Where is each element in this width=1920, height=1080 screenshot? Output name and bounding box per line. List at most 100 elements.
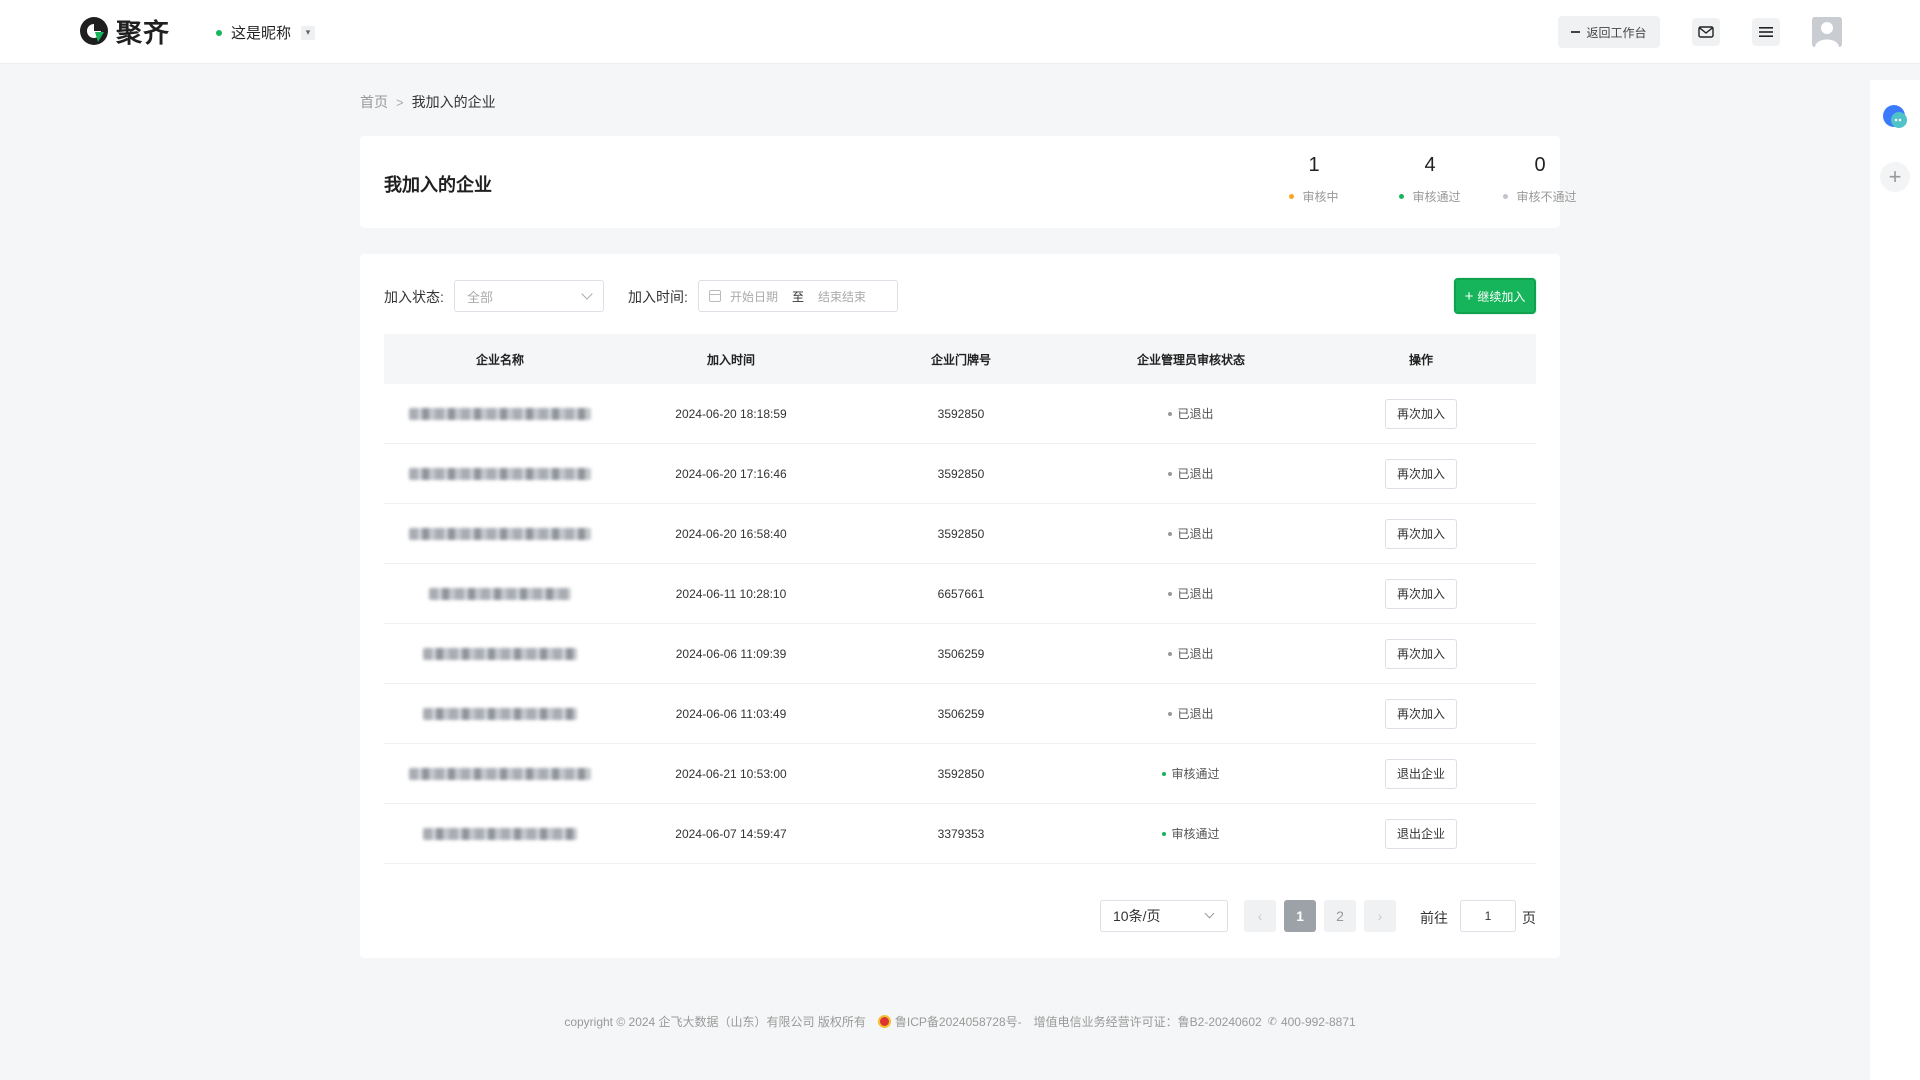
continue-join-label: 继续加入 bbox=[1477, 289, 1526, 304]
continue-join-button[interactable]: + 继续加入 bbox=[1454, 278, 1536, 314]
brand-name: 聚齐 bbox=[116, 17, 171, 48]
door-number-cell: 3506259 bbox=[937, 706, 985, 721]
review-status-cell: 已退出 bbox=[1076, 504, 1306, 563]
return-workbench-button[interactable]: 返回工作台 bbox=[1558, 16, 1660, 48]
chevron-right-icon: › bbox=[1377, 908, 1383, 924]
rejoin-button[interactable]: 再次加入 bbox=[1385, 698, 1457, 729]
end-date-input[interactable]: 结束结束 bbox=[818, 288, 866, 305]
status-badge: 已退出 bbox=[1168, 465, 1214, 482]
stat-approved-label: 审核通过 bbox=[1412, 190, 1461, 204]
join-time-cell: 2024-06-11 10:28:10 bbox=[675, 586, 787, 601]
rejoin-button[interactable]: 再次加入 bbox=[1385, 398, 1457, 429]
time-filter-label: 加入时间: bbox=[628, 289, 688, 305]
action-cell: 退出企业 bbox=[1306, 744, 1536, 803]
copyright-text: copyright © 2024 企飞大数据（山东）有限公司 版权所有 bbox=[564, 1015, 866, 1029]
prev-page-button[interactable]: ‹ bbox=[1244, 900, 1276, 932]
status-text: 审核通过 bbox=[1171, 827, 1220, 841]
caret-down-icon[interactable]: ▾ bbox=[301, 25, 316, 40]
date-range-separator: 至 bbox=[792, 289, 805, 304]
top-bar: 聚齐 这是昵称 ▾ 返回工作台 bbox=[0, 0, 1920, 64]
exit-enterprise-button[interactable]: 退出企业 bbox=[1385, 758, 1457, 789]
status-filter-label: 加入状态: bbox=[384, 289, 444, 305]
user-avatar[interactable] bbox=[1812, 17, 1842, 47]
add-shortcut-button[interactable]: + bbox=[1880, 162, 1910, 192]
status-dot bbox=[1168, 651, 1173, 656]
status-text: 已退出 bbox=[1177, 587, 1214, 601]
plus-icon: + bbox=[1888, 164, 1902, 189]
status-badge: 已退出 bbox=[1168, 645, 1214, 662]
review-status-cell: 已退出 bbox=[1076, 624, 1306, 683]
table-header: 企业名称 加入时间 企业门牌号 企业管理员审核状态 操作 bbox=[384, 334, 1536, 384]
status-text: 已退出 bbox=[1177, 467, 1214, 481]
review-status-cell: 已退出 bbox=[1076, 384, 1306, 443]
redacted-enterprise-name bbox=[423, 707, 577, 720]
chat-assistant-button[interactable] bbox=[1880, 102, 1910, 132]
nickname-switcher[interactable]: 这是昵称 ▾ bbox=[216, 22, 316, 43]
join-time-cell: 2024-06-20 16:58:40 bbox=[675, 526, 787, 541]
license-text: 增值电信业务经营许可证：鲁B2-20240602 bbox=[1033, 1015, 1262, 1029]
action-cell: 退出企业 bbox=[1306, 804, 1536, 863]
breadcrumb-current: 我加入的企业 bbox=[411, 94, 496, 110]
minus-icon bbox=[1571, 31, 1581, 33]
table-row: 2024-06-20 16:58:40 3592850 已退出 再次加入 bbox=[384, 504, 1536, 564]
logo[interactable]: 聚齐 bbox=[78, 14, 170, 48]
door-number-cell: 3506259 bbox=[937, 646, 985, 661]
action-cell: 再次加入 bbox=[1306, 624, 1536, 683]
goto-page-input[interactable]: 1 bbox=[1460, 900, 1516, 932]
action-cell: 再次加入 bbox=[1306, 504, 1536, 563]
redacted-enterprise-name bbox=[409, 767, 591, 780]
status-badge: 已退出 bbox=[1168, 705, 1214, 722]
rejoin-button[interactable]: 再次加入 bbox=[1385, 518, 1457, 549]
col-header-join-time: 加入时间 bbox=[706, 352, 755, 367]
mail-button[interactable] bbox=[1692, 18, 1720, 46]
stat-rejected-label-row: 审核不通过 bbox=[1480, 188, 1600, 205]
review-status-cell: 已退出 bbox=[1076, 684, 1306, 743]
stat-pending-label: 审核中 bbox=[1302, 190, 1339, 204]
chevron-left-icon: ‹ bbox=[1257, 908, 1263, 924]
enterprise-name-cell bbox=[384, 804, 616, 863]
summary-card: 我加入的企业 1 审核中 4 审核通过 0 审核不通过 bbox=[360, 136, 1577, 228]
breadcrumb-home[interactable]: 首页 bbox=[360, 92, 388, 112]
stat-rejected-label: 审核不通过 bbox=[1516, 190, 1577, 204]
door-number-cell: 3592850 bbox=[937, 466, 985, 481]
user-avatar-icon bbox=[1812, 17, 1842, 47]
status-text: 已退出 bbox=[1177, 527, 1214, 541]
menu-button[interactable] bbox=[1752, 18, 1780, 46]
status-badge: 审核通过 bbox=[1162, 825, 1220, 842]
chat-bubble-icon bbox=[1883, 105, 1907, 128]
table-row: 2024-06-06 11:03:49 3506259 已退出 再次加入 bbox=[384, 684, 1536, 744]
start-date-input[interactable]: 开始日期 bbox=[730, 288, 778, 305]
stat-approved: 4 审核通过 bbox=[1370, 154, 1490, 205]
breadcrumb: 首页 > 我加入的企业 bbox=[360, 92, 496, 112]
exit-enterprise-button[interactable]: 退出企业 bbox=[1385, 818, 1457, 849]
page-size-select[interactable]: 10条/页 bbox=[1100, 900, 1228, 932]
rejoin-button[interactable]: 再次加入 bbox=[1385, 638, 1457, 669]
door-number-cell: 3379353 bbox=[937, 826, 985, 841]
status-dot bbox=[1162, 771, 1167, 776]
door-number-cell: 3592850 bbox=[937, 406, 985, 421]
status-dot bbox=[1168, 471, 1173, 476]
action-cell: 再次加入 bbox=[1306, 444, 1536, 503]
status-text: 已退出 bbox=[1177, 707, 1214, 721]
rejoin-button[interactable]: 再次加入 bbox=[1385, 458, 1457, 489]
page-1-button[interactable]: 1 bbox=[1284, 900, 1316, 932]
enterprise-name-cell bbox=[384, 684, 616, 743]
col-header-action: 操作 bbox=[1408, 352, 1433, 367]
date-range-picker[interactable]: 开始日期 至 结束结束 bbox=[698, 280, 898, 312]
return-workbench-label: 返回工作台 bbox=[1586, 25, 1647, 40]
logo-mark-icon bbox=[80, 17, 108, 45]
action-cell: 再次加入 bbox=[1306, 384, 1536, 443]
rejoin-button[interactable]: 再次加入 bbox=[1385, 578, 1457, 609]
page-2-button[interactable]: 2 bbox=[1324, 900, 1356, 932]
join-time-cell: 2024-06-21 10:53:00 bbox=[675, 766, 787, 781]
next-page-button[interactable]: › bbox=[1364, 900, 1396, 932]
redacted-enterprise-name bbox=[423, 827, 577, 840]
phone-number: 400-992-8871 bbox=[1280, 1014, 1356, 1029]
door-number-cell: 3592850 bbox=[937, 526, 985, 541]
table-row: 2024-06-21 10:53:00 3592850 审核通过 退出企业 bbox=[384, 744, 1536, 804]
join-time-cell: 2024-06-20 18:18:59 bbox=[675, 406, 787, 421]
status-filter-select[interactable]: 全部 bbox=[454, 280, 604, 312]
calendar-icon bbox=[709, 290, 721, 302]
icp-link[interactable]: 鲁ICP备2024058728号- bbox=[895, 1013, 1022, 1030]
door-number-cell: 6657661 bbox=[937, 586, 985, 601]
